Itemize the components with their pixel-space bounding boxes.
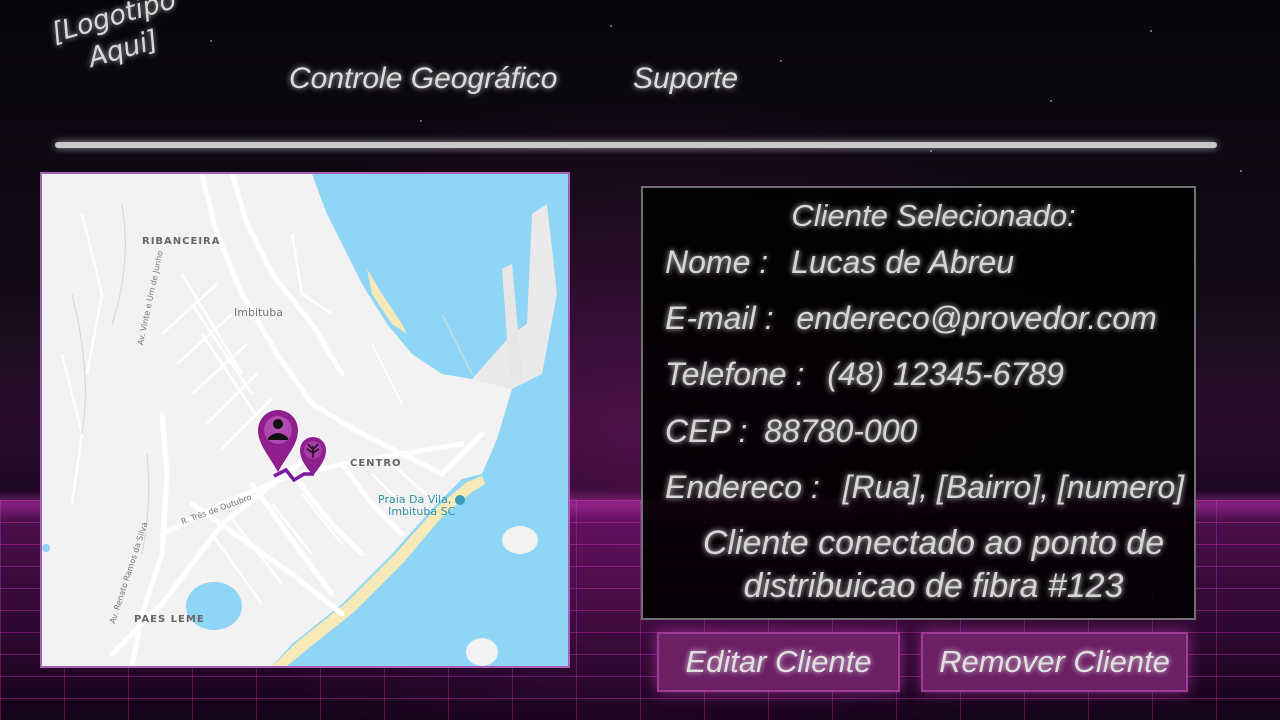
map-poi-praia-da-vila[interactable]: Praia Da Vila, Imbituba SC (378, 494, 466, 518)
selected-client-panel: Cliente Selecionado: Nome : Lucas de Abr… (641, 186, 1196, 620)
address-value: [Rua], [Bairro], [numero] (842, 469, 1185, 505)
poi-line-2: Imbituba SC (388, 505, 456, 518)
fiber-distribution-marker[interactable] (299, 436, 327, 478)
client-location-map[interactable]: RIBANCEIRA Imbituba CENTRO PAES LEME Pra… (40, 172, 570, 668)
client-email-row: E-mail : endereco@provedor.com (665, 300, 1157, 337)
email-label: E-mail : (665, 300, 774, 336)
remove-client-button[interactable]: Remover Cliente (921, 632, 1188, 692)
panel-title: Cliente Selecionado: (791, 198, 1076, 233)
header-divider (55, 142, 1217, 148)
connection-line-1: Cliente conectado ao ponto de (702, 524, 1165, 562)
name-label: Nome : (665, 244, 769, 280)
beach-poi-icon (455, 495, 466, 505)
map-label-imbituba: Imbituba (234, 306, 284, 319)
name-value: Lucas de Abreu (791, 244, 1014, 280)
connection-status-message: Cliente conectado ao ponto de distribuic… (643, 522, 1194, 608)
address-label: Endereco : (665, 469, 820, 505)
nav-controle-geografico[interactable]: Controle Geográfico (289, 62, 557, 96)
nav-suporte[interactable]: Suporte (633, 62, 738, 96)
map-label-paes-leme: PAES LEME (134, 614, 205, 625)
client-address-row: Endereco : [Rua], [Bairro], [numero] (665, 469, 1184, 506)
person-icon (258, 410, 298, 472)
client-name-row: Nome : Lucas de Abreu (665, 244, 1014, 281)
connection-line-2: distribuicao de fibra #123 (743, 567, 1124, 605)
fiber-distribution-icon (300, 437, 326, 476)
map-label-ribanceira: RIBANCEIRA (142, 236, 221, 247)
email-value: endereco@provedor.com (796, 300, 1157, 336)
edit-client-button[interactable]: Editar Cliente (657, 632, 900, 692)
phone-value: (48) 12345-6789 (827, 356, 1064, 392)
cep-label: CEP : (665, 413, 748, 449)
cep-value: 88780-000 (764, 413, 918, 449)
map-label-centro: CENTRO (350, 458, 402, 469)
client-cep-row: CEP : 88780-000 (665, 413, 917, 450)
phone-label: Telefone : (665, 356, 805, 392)
client-location-marker[interactable] (256, 408, 300, 474)
client-phone-row: Telefone : (48) 12345-6789 (665, 356, 1064, 393)
